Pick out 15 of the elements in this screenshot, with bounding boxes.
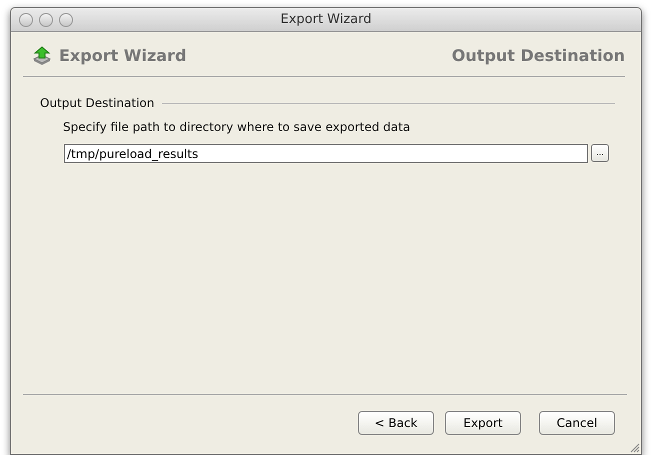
window-close-button[interactable] bbox=[19, 13, 33, 27]
window-title: Export Wizard bbox=[280, 10, 372, 29]
window-minimize-button[interactable] bbox=[39, 13, 53, 27]
wizard-button[interactable]: < Back bbox=[358, 411, 434, 435]
browse-button[interactable]: ... bbox=[591, 144, 609, 162]
window-zoom-button[interactable] bbox=[59, 13, 73, 27]
group-label: Output Destination bbox=[40, 95, 154, 112]
wizard-title: Export Wizard bbox=[59, 45, 186, 67]
wizard-button[interactable]: Cancel bbox=[539, 411, 615, 435]
export-icon bbox=[33, 46, 51, 66]
step-title: Output Destination bbox=[452, 45, 625, 67]
wizard-button[interactable]: Export bbox=[445, 411, 521, 435]
description-text: Specify file path to directory where to save exported data bbox=[63, 119, 412, 136]
resize-grip[interactable] bbox=[630, 443, 640, 453]
path-field[interactable]: /tmp/pureload_results bbox=[64, 144, 588, 163]
